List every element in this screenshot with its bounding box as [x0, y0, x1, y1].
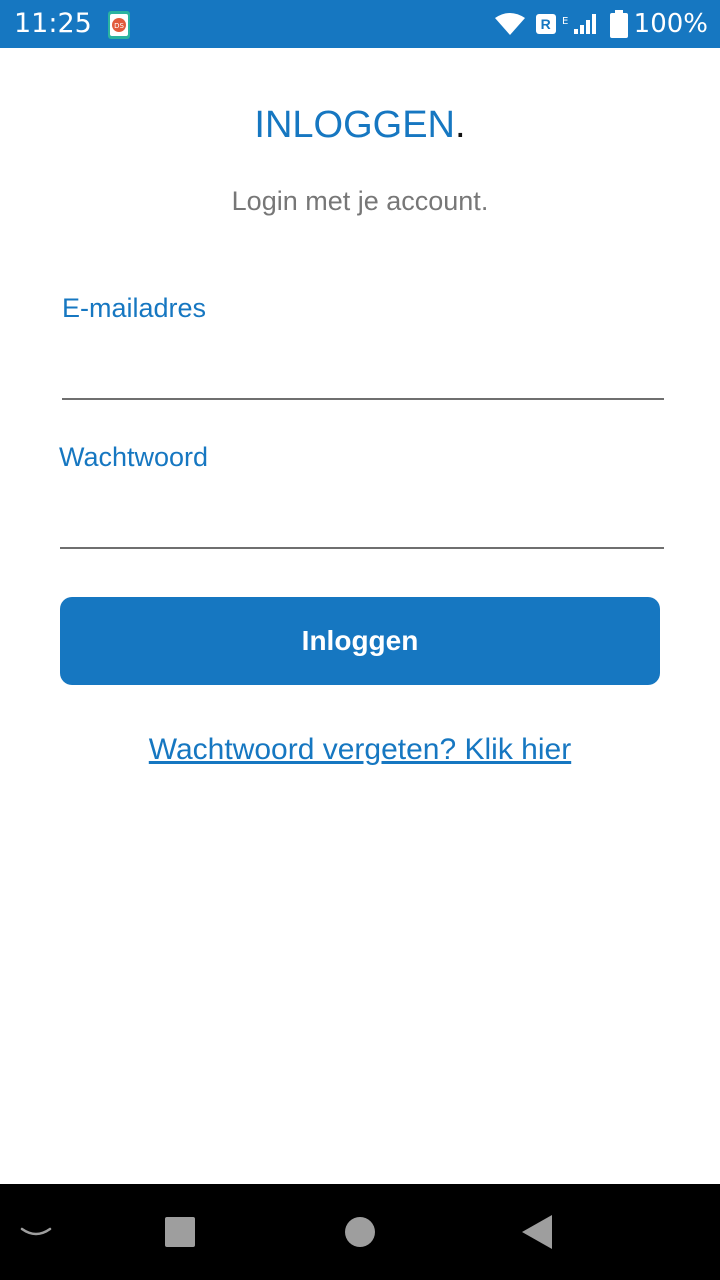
password-label: Wachtwoord: [59, 442, 209, 472]
chevron-down-icon: [20, 1227, 52, 1236]
battery-icon: [609, 10, 628, 38]
circle-icon: [345, 1217, 375, 1247]
navigation-bar: [0, 1184, 720, 1280]
back-button[interactable]: [512, 1184, 562, 1280]
email-field[interactable]: [62, 348, 664, 400]
square-icon: [165, 1217, 195, 1247]
password-field[interactable]: [60, 497, 664, 549]
email-label: E-mailadres: [62, 293, 207, 323]
page-title: INLOGGEN.: [0, 102, 720, 148]
status-bar: 11:25 DS R E 100%: [0, 0, 720, 48]
page-title-dot: .: [455, 104, 466, 146]
status-indicators: R E 100%: [494, 8, 708, 40]
page-title-text: INLOGGEN: [254, 104, 456, 146]
forgot-password-link[interactable]: Wachtwoord vergeten? Klik hier: [0, 731, 720, 769]
ds-app-icon: DS: [108, 11, 130, 39]
wifi-icon: [494, 13, 525, 35]
hide-keyboard-button[interactable]: [10, 1184, 62, 1280]
login-button[interactable]: Inloggen: [60, 597, 660, 685]
signal-icon: E: [562, 14, 596, 34]
status-time: 11:25: [14, 8, 92, 39]
battery-level: 100%: [633, 9, 708, 39]
home-button[interactable]: [335, 1184, 385, 1280]
page-subtitle: Login met je account.: [231, 186, 489, 216]
triangle-back-icon: [522, 1215, 552, 1249]
svg-text:DS: DS: [114, 22, 124, 30]
recents-button[interactable]: [155, 1184, 205, 1280]
roaming-icon: R: [535, 14, 556, 34]
network-type: E: [562, 16, 568, 27]
